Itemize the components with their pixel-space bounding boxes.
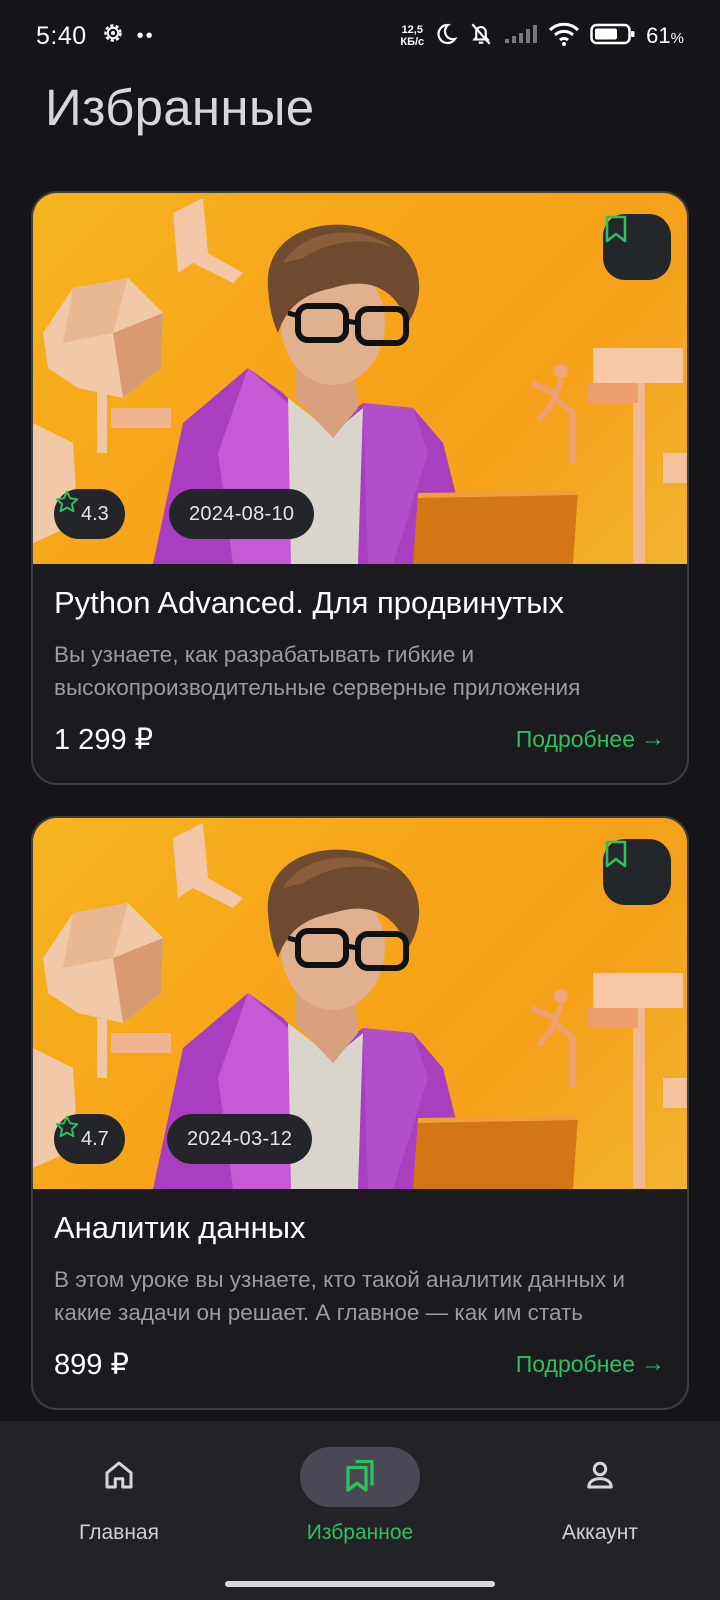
- status-time: 5:40: [36, 21, 87, 50]
- nav-icon-container: [59, 1447, 179, 1507]
- more-details-link[interactable]: Подробнее →: [516, 725, 665, 753]
- rating-value: 4.7: [81, 1127, 109, 1150]
- nav-item-favorites[interactable]: Избранное: [260, 1447, 460, 1557]
- home-indicator[interactable]: [225, 1581, 495, 1587]
- course-image: 4.3 2024-08-10: [33, 193, 687, 564]
- nav-icon-container-active: [300, 1447, 420, 1507]
- notification-dots: ••: [136, 24, 155, 47]
- battery-percent: 61%: [646, 23, 684, 49]
- arrow-right-icon: →: [641, 725, 665, 752]
- course-title: Аналитик данных: [54, 1210, 306, 1245]
- status-right: 12,5 КБ/с 61%: [400, 21, 684, 52]
- cellular-signal-icon: [504, 24, 538, 49]
- status-left: 5:40 ••: [36, 21, 155, 52]
- bell-off-icon: [468, 21, 494, 52]
- nav-item-home[interactable]: Главная: [19, 1447, 219, 1557]
- wifi-icon: [548, 22, 580, 51]
- network-speed-unit: КБ/с: [400, 36, 425, 48]
- nav-label-account: Аккаунт: [561, 1521, 638, 1544]
- course-description: Вы узнаете, как разрабатывать гибкие и в…: [54, 642, 581, 700]
- rating-value: 4.3: [81, 502, 109, 525]
- rating-badge: 4.7: [54, 1114, 125, 1164]
- moon-icon: [434, 22, 458, 51]
- home-icon: [101, 1457, 137, 1498]
- network-speed: 12,5 КБ/с: [400, 24, 424, 48]
- nav-icon-container: [540, 1447, 660, 1507]
- course-description: В этом уроке вы узнаете, кто такой анали…: [54, 1267, 625, 1325]
- network-speed-value: 12,5: [401, 24, 423, 36]
- course-price: 1 299 ₽: [54, 724, 154, 756]
- course-card[interactable]: 4.7 2024-03-12 Аналитик данных В этом ур…: [31, 816, 689, 1410]
- page-title: Избранные: [45, 79, 315, 136]
- bottom-navigation: Главная Избранное Аккаунт: [0, 1421, 720, 1600]
- more-details-label: Подробнее: [515, 1350, 635, 1377]
- nav-item-account[interactable]: Аккаунт: [500, 1447, 700, 1557]
- course-card[interactable]: 4.3 2024-08-10 Python Advanced. Для прод…: [31, 191, 689, 785]
- battery-percent-value: 61: [646, 23, 671, 48]
- date-badge: 2024-03-12: [167, 1114, 313, 1164]
- status-bar: 5:40 •• 12,5 КБ/с 61%: [0, 0, 720, 72]
- more-details-link[interactable]: Подробнее →: [516, 1350, 665, 1378]
- course-title: Python Advanced. Для продвинутых: [54, 585, 565, 620]
- course-image: 4.7 2024-03-12: [33, 818, 687, 1189]
- nav-label-home: Главная: [79, 1521, 159, 1544]
- date-badge: 2024-08-10: [169, 489, 315, 539]
- more-details-label: Подробнее: [515, 725, 635, 752]
- person-icon: [582, 1457, 618, 1498]
- gear-icon: [101, 21, 125, 52]
- nav-label-favorites: Избранное: [306, 1521, 414, 1544]
- bookmarks-icon: [342, 1457, 378, 1498]
- rating-badge: 4.3: [54, 489, 125, 539]
- battery-percent-unit: %: [670, 30, 684, 47]
- favorite-toggle-button[interactable]: [603, 839, 671, 905]
- course-price: 899 ₽: [54, 1349, 129, 1381]
- arrow-right-icon: →: [641, 1350, 665, 1377]
- battery-icon: [590, 22, 636, 51]
- favorite-toggle-button[interactable]: [603, 214, 671, 280]
